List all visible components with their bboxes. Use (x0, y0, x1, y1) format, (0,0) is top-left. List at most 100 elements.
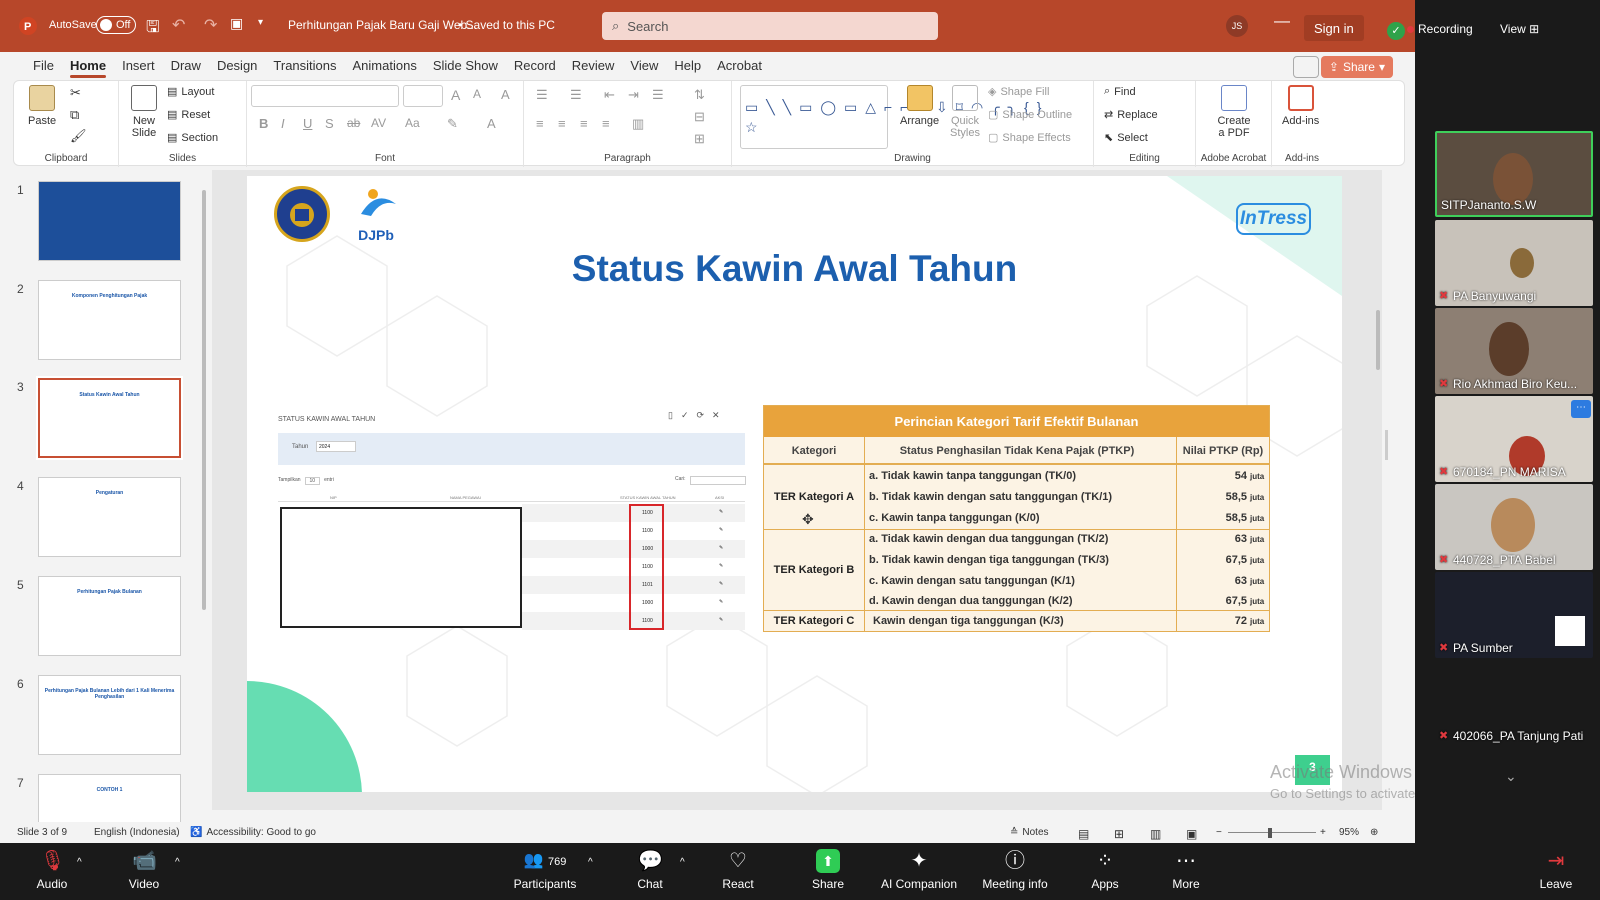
numbering-icon[interactable]: ☰ (570, 87, 582, 103)
panel-resize-handle[interactable] (1385, 430, 1388, 460)
shape-effects-button[interactable]: ▢ Shape Effects (988, 131, 1071, 145)
font-family-select[interactable] (251, 85, 399, 107)
spacing-icon[interactable]: AV (371, 116, 386, 130)
shapes-gallery[interactable]: ▭╲╲▭◯▭△⌐⌐⇨⇩⌑◠╭╮{}☆ (740, 85, 1041, 149)
shape-outline-button[interactable]: ▢ Shape Outline (988, 108, 1072, 122)
share-button[interactable]: ⇪ Share ▾ (1320, 56, 1393, 78)
participant-tile[interactable]: ⋯ ✖ 670184_PN MARISA (1435, 396, 1593, 482)
participant-tile[interactable]: SITPJananto.S.W (1435, 131, 1593, 217)
menu-home[interactable]: Home (62, 52, 114, 80)
chevron-down-icon[interactable]: ⌄ (1505, 768, 1517, 785)
shrink-font-icon[interactable]: A (473, 87, 481, 101)
change-case-icon[interactable]: Aa (405, 116, 420, 130)
participants-button[interactable]: 👥 769 Participants (505, 849, 585, 891)
align-text-icon[interactable]: ⊟ (694, 109, 705, 125)
line-spacing-icon[interactable]: ☰ (652, 87, 664, 103)
menu-slide-show[interactable]: Slide Show (425, 52, 506, 80)
layout-button[interactable]: ▤ Layout (167, 85, 214, 99)
autosave-toggle[interactable]: Off (96, 16, 136, 34)
menu-insert[interactable]: Insert (114, 52, 163, 80)
create-pdf-button[interactable]: Create a PDF (1214, 85, 1254, 139)
align-center-icon[interactable]: ≡ (558, 116, 566, 131)
sign-in-button[interactable]: Sign in (1304, 15, 1364, 41)
thumbnail-1[interactable]: 1 (0, 181, 200, 266)
participant-tile[interactable]: ✖ 440728_PTA Babel (1435, 484, 1593, 570)
share-screen-button[interactable]: ⬆ Share (806, 849, 850, 891)
present-icon[interactable]: ▣ (230, 15, 243, 32)
columns-icon[interactable]: ▥ (632, 116, 644, 132)
chat-chevron-icon[interactable]: ^ (680, 857, 685, 868)
menu-animations[interactable]: Animations (345, 52, 425, 80)
font-size-select[interactable] (403, 85, 443, 107)
quick-styles-button[interactable]: Quick Styles (944, 85, 986, 139)
fit-slide-icon[interactable]: ⊕ (1370, 827, 1378, 838)
bullets-icon[interactable]: ☰ (536, 87, 548, 103)
zoom-out-icon[interactable]: − (1216, 827, 1222, 838)
current-slide[interactable]: DJPb InTress Status Kawin Awal Tahun STA… (247, 176, 1342, 792)
thumbnail-6[interactable]: 6 Perhitungan Pajak Bulanan Lebih dari 1… (0, 675, 200, 760)
slideshow-view-icon[interactable]: ▣ (1186, 827, 1197, 841)
document-title[interactable]: Perhitungan Pajak Baru Gaji Web... (288, 18, 477, 32)
section-button[interactable]: ▤ Section (167, 131, 218, 145)
menu-draw[interactable]: Draw (163, 52, 209, 80)
new-slide-button[interactable]: New Slide (127, 85, 161, 139)
select-button[interactable]: ⬉ Select (1104, 131, 1148, 145)
bold-icon[interactable]: B (259, 116, 268, 131)
notes-button[interactable]: ≙ Notes (1010, 827, 1049, 838)
thumbnail-5[interactable]: 5 Perhitungan Pajak Bulanan (0, 576, 200, 661)
accessibility-status[interactable]: ♿ Accessibility: Good to go (190, 827, 316, 838)
search-box[interactable]: ⌕ Search (602, 12, 938, 40)
video-options-chevron-icon[interactable]: ^ (175, 857, 180, 868)
participants-chevron-icon[interactable]: ^ (588, 857, 593, 868)
participant-tile[interactable]: ✖ PA Banyuwangi (1435, 220, 1593, 306)
copy-icon[interactable]: ⧉ (70, 107, 79, 123)
replace-button[interactable]: ⇄ Replace (1104, 108, 1158, 122)
grow-font-icon[interactable]: A (451, 87, 460, 103)
menu-design[interactable]: Design (209, 52, 265, 80)
strikethrough-icon[interactable]: ab (347, 116, 360, 130)
normal-view-icon[interactable]: ▤ (1078, 827, 1089, 841)
addins-button[interactable]: Add-ins (1282, 85, 1319, 127)
text-direction-icon[interactable]: ⇅ (694, 87, 705, 103)
align-right-icon[interactable]: ≡ (580, 116, 588, 131)
format-painter-icon[interactable]: 🖌 (70, 128, 87, 144)
undo-icon[interactable]: ↶ (172, 15, 185, 35)
chat-button[interactable]: 💬 Chat (630, 849, 670, 891)
menu-transitions[interactable]: Transitions (265, 52, 344, 80)
participant-tile[interactable]: ✖ Rio Akhmad Biro Keu... (1435, 308, 1593, 394)
redo-icon[interactable]: ↷ (204, 15, 217, 35)
find-button[interactable]: ⌕ Find (1104, 85, 1136, 98)
meeting-info-button[interactable]: ⓘ Meeting info (975, 849, 1055, 891)
zoom-slider[interactable] (1228, 832, 1316, 833)
more-button[interactable]: ⋯ More (1166, 849, 1206, 891)
participant-tile[interactable]: ✖ PA Sumber (1435, 572, 1593, 658)
italic-icon[interactable]: I (281, 116, 285, 131)
menu-record[interactable]: Record (506, 52, 564, 80)
leave-button[interactable]: ⇥ Leave (1536, 849, 1576, 891)
more-options-icon[interactable]: ⋯ (1571, 400, 1591, 418)
customize-qat-icon[interactable]: ▾ (258, 17, 263, 28)
thumbnail-7[interactable]: 7 CONTOH 1 (0, 774, 200, 822)
thumbnail-scrollbar[interactable] (199, 170, 209, 810)
zoom-in-icon[interactable]: + (1320, 827, 1326, 838)
clear-format-icon[interactable]: A (501, 87, 510, 102)
menu-view[interactable]: View (622, 52, 666, 80)
cut-icon[interactable]: ✂ (70, 85, 81, 101)
apps-button[interactable]: ⁘ Apps (1085, 849, 1125, 891)
audio-button[interactable]: 🎙 Audio (32, 849, 72, 891)
save-status[interactable]: • Saved to this PC (458, 18, 555, 32)
shadow-icon[interactable]: S (325, 116, 334, 131)
comments-button[interactable] (1293, 56, 1319, 78)
highlight-icon[interactable]: ✎ (447, 116, 458, 132)
zoom-slider-thumb[interactable] (1268, 828, 1272, 838)
menu-review[interactable]: Review (564, 52, 623, 80)
canvas-scroll-thumb[interactable] (1376, 310, 1380, 370)
shape-fill-button[interactable]: ◈ Shape Fill (988, 85, 1049, 99)
font-color-icon[interactable]: A (487, 116, 496, 131)
reset-button[interactable]: ▤ Reset (167, 108, 210, 122)
underline-icon[interactable]: U (303, 116, 312, 131)
view-menu[interactable]: View ⊞ (1500, 22, 1539, 36)
react-button[interactable]: ♡ React (716, 849, 760, 891)
decrease-indent-icon[interactable]: ⇤ (604, 87, 615, 103)
zoom-level[interactable]: 95% (1339, 827, 1359, 838)
